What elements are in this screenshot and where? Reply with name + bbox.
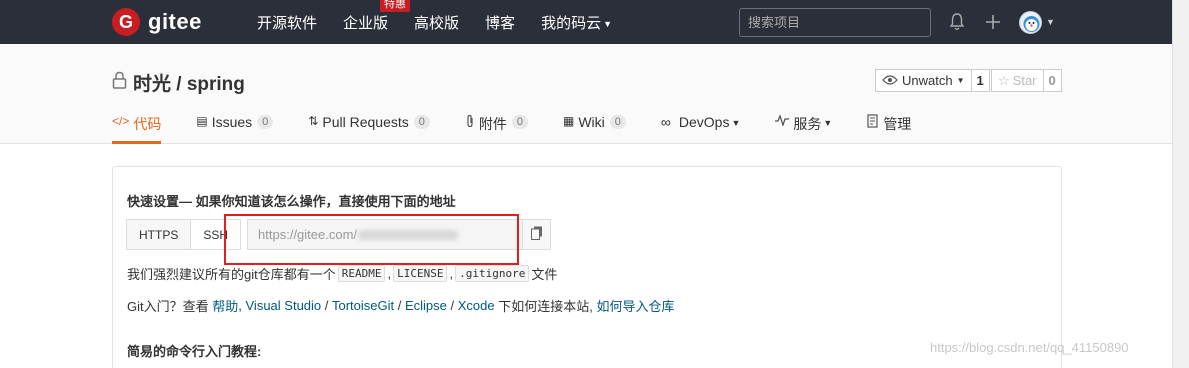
license-tag: LICENSE [393,265,448,282]
help-link[interactable]: 帮助 [212,296,238,315]
wiki-count: 0 [609,115,626,129]
unwatch-label: Unwatch [902,73,953,88]
user-avatar[interactable] [1019,11,1042,34]
nav-link-my-gitee-label: 我的码云 [541,14,602,32]
git-intro-line: Git入门？查看 帮助, Visual Studio / TortoiseGit… [127,296,675,315]
eclipse-link[interactable]: Eclipse [405,298,447,313]
lock-icon [112,71,127,95]
star-icon: ☆ [998,72,1010,88]
special-offer-badge: 特惠 [380,0,411,12]
search-input[interactable] [739,8,931,37]
devops-icon: ∞ [660,114,671,130]
unwatch-button[interactable]: Unwatch ▼ [875,69,972,92]
recommend-suffix: 文件 [531,267,558,282]
tab-devops-label: DevOps [678,114,730,130]
repo-tabs: </> 代码 ▤ Issues 0 ⇅ Pull Requests 0 附件 0… [112,111,946,144]
nav-link-open-source[interactable]: 开源软件 [257,12,317,33]
attachments-count: 0 [511,115,528,129]
tab-service-label: 服务 [793,116,822,132]
visual-studio-link[interactable]: Visual Studio [246,298,322,313]
watch-group: Unwatch ▼ 1 [875,69,990,92]
nav-link-enterprise[interactable]: 企业版 特惠 [343,0,411,33]
tab-service[interactable]: 服务 ▼ [775,111,832,144]
bell-icon[interactable] [946,10,968,34]
recommend-prefix: 我们强烈建议所有的git仓库都有一个 [127,267,336,282]
tab-pull-requests[interactable]: ⇅ Pull Requests 0 [308,111,430,144]
nav-link-my-gitee[interactable]: 我的码云 ▼ [541,12,612,33]
nav-link-education[interactable]: 高校版 [414,12,459,33]
import-repo-link[interactable]: 如何导入仓库 [597,296,675,315]
highlight-annotation-box [224,214,519,265]
tab-attachments[interactable]: 附件 0 [465,111,528,144]
star-button[interactable]: ☆ Star [991,69,1044,92]
tab-pull-requests-label: Pull Requests [322,114,409,130]
plus-icon[interactable] [982,10,1004,34]
avatar-chevron-down-icon[interactable]: ▼ [1046,17,1055,27]
repo-title: 时光 / spring [112,69,245,96]
pull-requests-count: 0 [413,115,430,129]
eye-icon [882,73,898,88]
watch-count[interactable]: 1 [971,69,990,92]
gitee-logo[interactable]: G gitee [112,8,202,36]
service-icon [775,114,790,129]
tab-wiki-label: Wiki [578,114,605,130]
recommend-line: 我们强烈建议所有的git仓库都有一个 README, LICENSE, .git… [127,265,558,282]
readme-tag: README [337,265,386,282]
command-line-title: 简易的命令行入门教程: [127,344,262,359]
code-icon: </> [112,114,130,128]
issues-count: 0 [257,115,274,129]
watermark-text: https://blog.csdn.net/qq_41150890 [930,340,1129,355]
nav-links: 开源软件 企业版 特惠 高校版 博客 我的码云 ▼ [257,0,638,44]
nav-link-enterprise-label: 企业版 [343,14,389,32]
tab-attachments-label: 附件 [478,116,507,132]
wiki-icon: ▦ [563,114,575,128]
https-button[interactable]: HTTPS [126,219,192,250]
tab-issues[interactable]: ▤ Issues 0 [196,111,274,144]
nav-link-blog[interactable]: 博客 [485,12,515,33]
star-count[interactable]: 0 [1043,69,1062,92]
tab-code[interactable]: </> 代码 [112,111,162,144]
repo-header: 时光 / spring Unwatch ▼ 1 ☆ Star 0 </> 代码 … [0,44,1172,144]
copy-button[interactable] [523,219,552,250]
top-navbar: G gitee 开源软件 企业版 特惠 高校版 博客 我的码云▼ ▼ [0,0,1172,44]
repo-name[interactable]: 时光 / spring [133,69,245,96]
pull-request-icon: ⇅ [308,114,319,128]
xcode-link[interactable]: Xcode [458,298,495,313]
quick-setup-title: 快速设置— 如果你知道该怎么操作，直接使用下面的地址 [127,194,456,209]
vertical-scrollbar[interactable] [1172,0,1189,368]
tab-code-label: 代码 [133,116,162,132]
tab-wiki[interactable]: ▦ Wiki 0 [563,111,626,144]
logo-text: gitee [148,9,202,34]
chevron-down-icon: ▼ [823,118,833,128]
star-group: ☆ Star 0 [991,69,1062,92]
tab-devops[interactable]: ∞ DevOps ▼ [661,111,740,144]
logo-mark: G [112,8,140,36]
gitignore-tag: .gitignore [455,265,530,282]
manage-icon [867,114,879,131]
attachment-icon [465,114,475,131]
tab-manage[interactable]: 管理 [867,111,911,144]
git-intro-prefix: Git入门？查看 [127,299,209,314]
star-label: Star [1012,73,1037,88]
issues-icon: ▤ [196,114,208,128]
copy-icon [530,226,543,243]
chevron-down-icon: ▼ [603,18,612,29]
tools-suffix: 下如何连接本站, [498,299,593,314]
chevron-down-icon: ▼ [731,118,741,128]
tab-manage-label: 管理 [883,116,912,132]
tab-issues-label: Issues [211,114,253,130]
chevron-down-icon: ▼ [956,76,965,85]
tortoisegit-link[interactable]: TortoiseGit [332,298,394,313]
quick-setup-card: 快速设置— 如果你知道该怎么操作，直接使用下面的地址 HTTPS SSH htt… [112,166,1062,368]
